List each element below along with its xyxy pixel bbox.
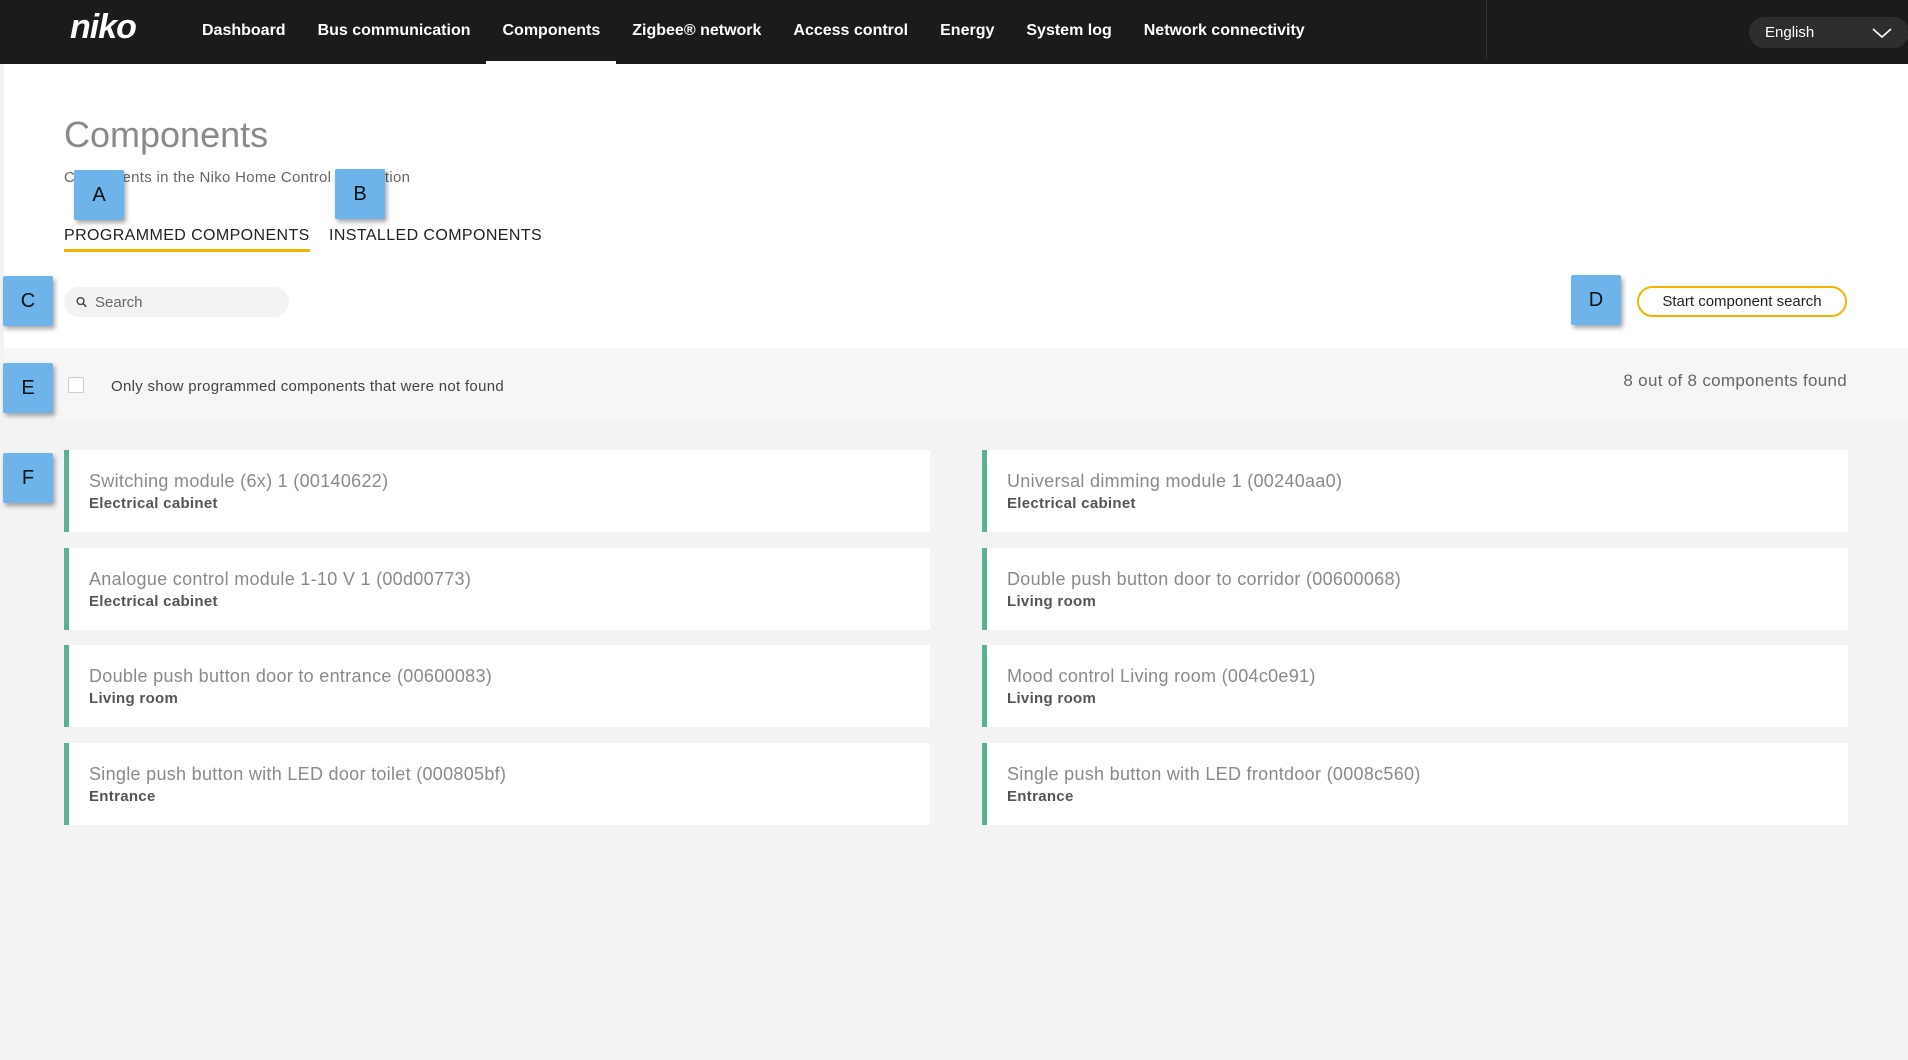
annotation-marker-f: F xyxy=(3,453,53,503)
component-card[interactable]: Universal dimming module 1 (00240aa0) El… xyxy=(982,450,1848,532)
component-name: Mood control Living room (004c0e91) xyxy=(1007,666,1316,686)
component-card[interactable]: Single push button with LED frontdoor (0… xyxy=(982,743,1848,825)
nav-dashboard[interactable]: Dashboard xyxy=(186,0,302,64)
search-icon xyxy=(76,296,87,308)
component-location: Entrance xyxy=(1007,788,1074,805)
component-card[interactable]: Double push button door to entrance (006… xyxy=(64,645,930,727)
tab-installed-components[interactable]: INSTALLED COMPONENTS xyxy=(329,227,542,249)
component-card[interactable]: Single push button with LED door toilet … xyxy=(64,743,930,825)
nav-components[interactable]: Components xyxy=(486,0,617,64)
component-card[interactable]: Analogue control module 1-10 V 1 (00d007… xyxy=(64,548,930,630)
component-name: Single push button with LED door toilet … xyxy=(89,764,507,784)
not-found-filter-label[interactable]: Only show programmed components that wer… xyxy=(111,378,504,395)
nav-zigbee-network[interactable]: Zigbee® network xyxy=(616,0,777,64)
nav-system-log[interactable]: System log xyxy=(1010,0,1127,64)
component-location: Living room xyxy=(89,690,179,707)
component-location: Living room xyxy=(1007,593,1097,610)
component-card[interactable]: Switching module (6x) 1 (00140622) Elect… xyxy=(64,450,930,532)
nav-divider xyxy=(1486,0,1487,58)
niko-logo[interactable]: niko xyxy=(70,8,137,47)
top-navigation-bar: niko Dashboard Bus communication Compone… xyxy=(0,0,1908,64)
annotation-marker-e: E xyxy=(3,363,53,413)
page-title: Components xyxy=(64,114,269,155)
search-input[interactable] xyxy=(93,292,277,312)
main-nav: Dashboard Bus communication Components Z… xyxy=(186,0,1321,64)
not-found-filter-checkbox[interactable] xyxy=(68,377,84,393)
nav-network-connectivity[interactable]: Network connectivity xyxy=(1128,0,1321,64)
annotation-marker-b: B xyxy=(335,169,385,219)
annotation-marker-c: C xyxy=(3,276,53,326)
annotation-marker-d: D xyxy=(1571,275,1621,325)
component-name: Universal dimming module 1 (00240aa0) xyxy=(1007,471,1343,491)
language-value: English xyxy=(1765,24,1815,41)
start-component-search-button[interactable]: Start component search xyxy=(1637,286,1847,317)
nav-access-control[interactable]: Access control xyxy=(777,0,924,64)
components-found-count: 8 out of 8 components found xyxy=(1623,371,1847,390)
component-name: Double push button door to entrance (006… xyxy=(89,666,493,686)
component-card[interactable]: Double push button door to corridor (006… xyxy=(982,548,1848,630)
component-name: Switching module (6x) 1 (00140622) xyxy=(89,471,389,491)
nav-bus-communication[interactable]: Bus communication xyxy=(302,0,487,64)
component-name: Analogue control module 1-10 V 1 (00d007… xyxy=(89,569,472,589)
language-select[interactable]: English xyxy=(1749,17,1908,48)
tab-programmed-components[interactable]: PROGRAMMED COMPONENTS xyxy=(64,227,310,252)
nav-energy[interactable]: Energy xyxy=(924,0,1010,64)
component-location: Electrical cabinet xyxy=(89,495,218,512)
component-location: Entrance xyxy=(89,788,156,805)
search-box xyxy=(64,287,289,317)
component-card[interactable]: Mood control Living room (004c0e91) Livi… xyxy=(982,645,1848,727)
component-name: Double push button door to corridor (006… xyxy=(1007,569,1402,589)
annotation-marker-a: A xyxy=(74,170,124,220)
chevron-down-icon xyxy=(1872,27,1892,38)
component-location: Electrical cabinet xyxy=(1007,495,1136,512)
component-location: Living room xyxy=(1007,690,1097,707)
component-name: Single push button with LED frontdoor (0… xyxy=(1007,764,1421,784)
component-location: Electrical cabinet xyxy=(89,593,218,610)
